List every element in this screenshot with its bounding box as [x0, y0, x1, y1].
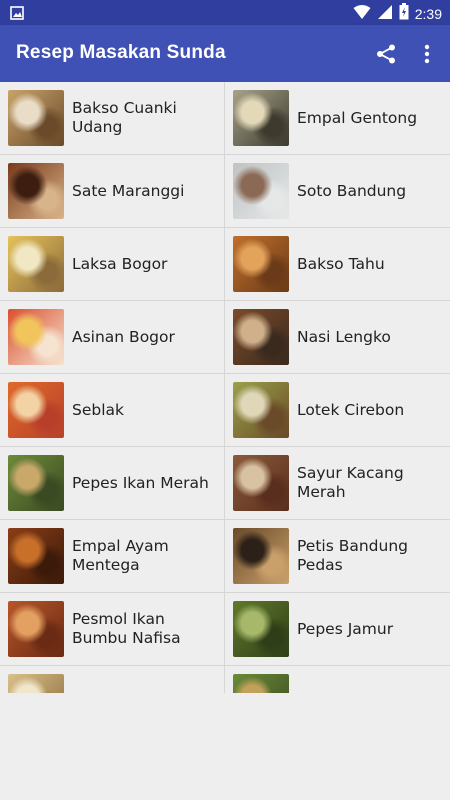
recipe-item[interactable]: Bakso Tahu — [225, 228, 450, 301]
recipe-grid: Bakso Cuanki Udang Empal Gentong Sate Mara… — [0, 82, 450, 693]
recipe-thumbnail — [233, 163, 289, 219]
recipe-thumbnail — [8, 90, 64, 146]
recipe-item[interactable]: Laksa Bogor — [0, 228, 225, 301]
recipe-item[interactable]: Tumis Bunga — [225, 666, 450, 693]
recipe-name: Laksa Bogor — [72, 254, 168, 273]
recipe-name: Seblak — [72, 400, 124, 419]
recipe-name: Sayur Kacang Merah — [297, 464, 404, 501]
empty-area — [0, 693, 450, 800]
recipe-name: Empal Ayam Mentega — [72, 537, 169, 574]
recipe-list[interactable]: Bakso Cuanki Udang Empal Gentong Sate Mara… — [0, 82, 450, 693]
app-title: Resep Masakan Sunda — [16, 42, 226, 63]
recipe-thumbnail — [8, 163, 64, 219]
recipe-thumbnail — [8, 601, 64, 657]
recipe-name: Pesmol Ikan Bumbu Nafisa — [72, 610, 181, 647]
recipe-thumbnail — [233, 236, 289, 292]
image-icon — [10, 5, 24, 24]
signal-icon — [377, 4, 393, 24]
overflow-menu-button[interactable] — [414, 41, 440, 67]
recipe-name: Bakso Tahu — [297, 254, 385, 273]
recipe-item[interactable]: Nasi Lengko — [225, 301, 450, 374]
recipe-name: Sayur Lodeh — [72, 666, 218, 694]
recipe-item[interactable]: Pepes Jamur — [225, 593, 450, 666]
recipe-thumbnail — [233, 601, 289, 657]
recipe-item[interactable]: Sayur Kacang Merah — [225, 447, 450, 520]
recipe-thumbnail — [233, 528, 289, 584]
recipe-item[interactable]: Empal Ayam Mentega — [0, 520, 225, 593]
recipe-item[interactable]: Pepes Ikan Merah — [0, 447, 225, 520]
app-bar: Resep Masakan Sunda — [0, 25, 450, 82]
recipe-item[interactable]: Empal Gentong — [225, 82, 450, 155]
recipe-thumbnail — [8, 309, 64, 365]
share-icon — [377, 44, 395, 64]
recipe-item[interactable]: Soto Bandung — [225, 155, 450, 228]
recipe-item[interactable]: Sayur Lodeh — [0, 666, 225, 693]
recipe-name: Bakso Cuanki Udang — [72, 99, 177, 136]
recipe-thumbnail — [8, 455, 64, 511]
share-button[interactable] — [373, 41, 399, 67]
status-bar: 2:39 — [0, 0, 450, 25]
recipe-thumbnail — [233, 382, 289, 438]
recipe-name: Tumis Bunga — [297, 666, 444, 694]
recipe-thumbnail — [8, 236, 64, 292]
recipe-thumbnail — [233, 674, 289, 693]
recipe-thumbnail — [8, 382, 64, 438]
recipe-thumbnail — [233, 90, 289, 146]
more-vert-icon — [424, 44, 430, 64]
recipe-name: Empal Gentong — [297, 108, 418, 127]
wifi-icon — [353, 4, 371, 24]
recipe-name: Petis Bandung Pedas — [297, 537, 408, 574]
recipe-item[interactable]: Pesmol Ikan Bumbu Nafisa — [0, 593, 225, 666]
recipe-thumbnail — [8, 528, 64, 584]
battery-icon — [399, 3, 409, 24]
recipe-thumbnail — [233, 455, 289, 511]
recipe-name: Soto Bandung — [297, 181, 407, 200]
recipe-item[interactable]: Sate Maranggi — [0, 155, 225, 228]
status-time: 2:39 — [414, 5, 442, 22]
recipe-item[interactable]: Asinan Bogor — [0, 301, 225, 374]
recipe-thumbnail — [233, 309, 289, 365]
recipe-name: Nasi Lengko — [297, 327, 391, 346]
recipe-item[interactable]: Bakso Cuanki Udang — [0, 82, 225, 155]
recipe-name: Pepes Ikan Merah — [72, 473, 209, 492]
recipe-name: Lotek Cirebon — [297, 400, 405, 419]
recipe-thumbnail — [8, 674, 64, 693]
recipe-item[interactable]: Lotek Cirebon — [225, 374, 450, 447]
recipe-name: Sate Maranggi — [72, 181, 185, 200]
recipe-item[interactable]: Petis Bandung Pedas — [225, 520, 450, 593]
recipe-name: Pepes Jamur — [297, 619, 394, 638]
recipe-name: Asinan Bogor — [72, 327, 175, 346]
recipe-item[interactable]: Seblak — [0, 374, 225, 447]
